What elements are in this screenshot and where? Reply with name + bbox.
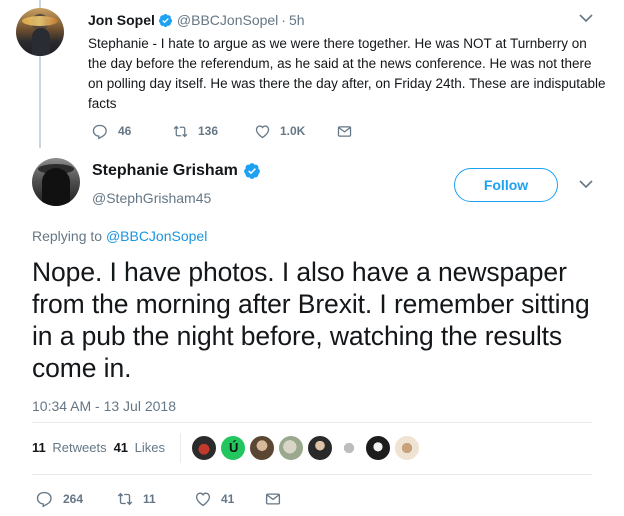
liker-avatar[interactable] xyxy=(249,435,275,461)
parent-tweet-text: Stephanie - I hate to argue as we were t… xyxy=(88,36,606,111)
tweet-time[interactable]: 5h xyxy=(289,12,305,28)
replying-to-mention[interactable]: @BBCJonSopel xyxy=(106,228,207,244)
retweets-stat-count: 11 xyxy=(32,440,46,455)
parent-tweet-actions: 46 136 1.0K xyxy=(92,122,362,140)
likes-stat-count: 41 xyxy=(113,440,129,455)
reply-button[interactable]: 46 xyxy=(92,122,172,140)
liker-avatar-glyph: Ú xyxy=(229,440,239,455)
liker-avatar[interactable] xyxy=(191,435,217,461)
avatar-figure xyxy=(32,28,50,56)
jon-sopel-avatar[interactable] xyxy=(16,8,64,56)
tweet-stats: 11 Retweets 41 Likes xyxy=(32,440,172,455)
reply-button[interactable]: 264 xyxy=(36,489,116,509)
liker-avatars: Ú xyxy=(191,435,423,461)
liker-avatar[interactable] xyxy=(365,435,391,461)
reply-count: 264 xyxy=(63,492,84,506)
retweet-count: 136 xyxy=(198,124,219,138)
direct-message-icon xyxy=(337,125,352,137)
parent-tweet-header: Jon Sopel @BBCJonSopel · 5h xyxy=(88,12,305,28)
like-button[interactable]: 1.0K xyxy=(254,122,336,140)
like-count: 1.0K xyxy=(280,124,306,138)
author-handle[interactable]: @BBCJonSopel xyxy=(177,12,278,28)
chevron-down-icon[interactable] xyxy=(578,12,594,24)
reply-icon xyxy=(92,124,107,140)
stephanie-grisham-avatar[interactable] xyxy=(32,158,80,206)
likes-stat[interactable]: 41 Likes xyxy=(114,440,165,455)
likes-stat-label: Likes xyxy=(134,440,166,455)
separator-dot: · xyxy=(281,12,286,28)
liker-avatar[interactable] xyxy=(307,435,333,461)
stats-separator xyxy=(180,433,181,463)
main-tweet-text: Nope. I have photos. I also have a newsp… xyxy=(32,257,590,383)
retweet-button[interactable]: 11 xyxy=(116,489,194,509)
tweet-timestamp[interactable]: 10:34 AM - 13 Jul 2018 xyxy=(32,398,176,414)
retweets-stat-label: Retweets xyxy=(52,440,107,455)
verified-badge-icon xyxy=(243,163,260,179)
like-button[interactable]: 41 xyxy=(194,489,264,509)
liker-avatar[interactable] xyxy=(394,435,420,461)
avatar-background xyxy=(22,16,58,26)
reply-icon xyxy=(36,491,52,508)
main-author-handle[interactable]: @StephGrisham45 xyxy=(92,190,211,206)
like-count: 41 xyxy=(221,492,235,506)
divider xyxy=(32,474,592,475)
reply-count: 46 xyxy=(118,124,132,138)
main-tweet-actions: 264 11 41 xyxy=(36,489,291,509)
heart-icon xyxy=(255,124,270,138)
chevron-down-icon[interactable] xyxy=(578,178,594,190)
divider xyxy=(32,422,592,423)
main-author-name[interactable]: Stephanie Grisham xyxy=(92,162,238,180)
parent-tweet[interactable]: Jon Sopel @BBCJonSopel · 5h Stephanie - … xyxy=(0,0,624,148)
direct-message-icon xyxy=(265,493,281,505)
liker-avatar[interactable] xyxy=(278,435,304,461)
replying-to: Replying to @BBCJonSopel xyxy=(32,228,207,244)
liker-avatar[interactable] xyxy=(336,435,362,461)
main-author-name-row: Stephanie Grisham xyxy=(92,162,261,180)
retweet-icon xyxy=(173,125,188,137)
follow-button[interactable]: Follow xyxy=(454,168,558,202)
liker-avatar[interactable]: Ú xyxy=(220,435,246,461)
replying-to-label: Replying to xyxy=(32,228,103,244)
retweet-icon xyxy=(117,492,133,506)
retweets-stat[interactable]: 11 Retweets xyxy=(32,440,107,455)
verified-badge-icon xyxy=(158,13,172,27)
message-button[interactable] xyxy=(264,489,291,509)
message-button[interactable] xyxy=(336,122,362,140)
author-name[interactable]: Jon Sopel xyxy=(88,12,155,28)
retweet-count: 11 xyxy=(143,492,156,506)
retweet-button[interactable]: 136 xyxy=(172,122,254,140)
avatar-figure xyxy=(42,168,70,206)
heart-icon xyxy=(195,492,211,507)
